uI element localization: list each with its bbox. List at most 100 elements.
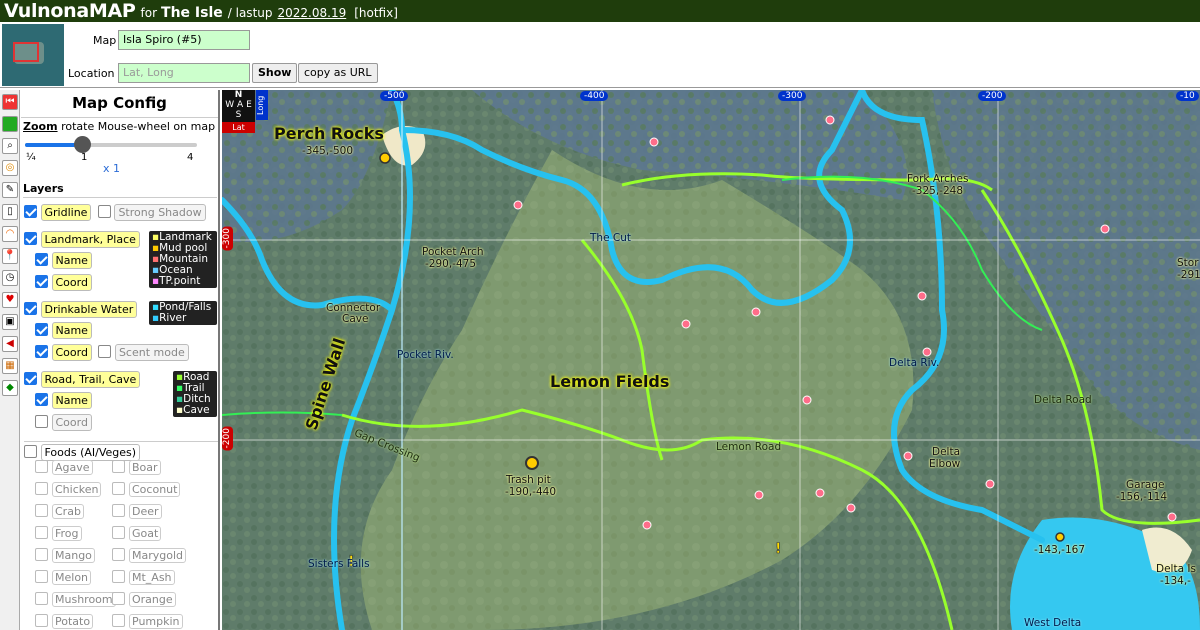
rainbow-icon[interactable]: ◠ — [2, 226, 18, 242]
pen-icon[interactable]: ✎ — [2, 182, 18, 198]
food-checkbox[interactable] — [112, 570, 125, 583]
food-item[interactable]: Agave — [35, 460, 93, 475]
hotfix-link[interactable]: [hotfix] — [354, 6, 398, 20]
mountain-marker[interactable] — [1167, 512, 1177, 522]
garage-label: Garage — [1126, 479, 1165, 491]
mountain-marker[interactable] — [917, 291, 927, 301]
food-item[interactable]: Crab — [35, 504, 84, 519]
food-checkbox[interactable] — [35, 504, 48, 517]
food-item[interactable]: Frog — [35, 526, 82, 541]
food-item[interactable]: Pumpkin — [112, 614, 183, 629]
food-checkbox[interactable] — [112, 482, 125, 495]
road-name-checkbox[interactable] — [35, 393, 48, 406]
search-icon[interactable]: ⌕ — [2, 138, 18, 154]
food-item[interactable]: Potato — [35, 614, 94, 629]
legend-text: Cave — [183, 404, 210, 416]
food-item[interactable]: Chicken — [35, 482, 102, 497]
food-item[interactable]: Deer — [112, 504, 162, 519]
mountain-marker[interactable] — [513, 200, 523, 210]
location-input[interactable]: Lat, Long — [118, 63, 250, 83]
long-tick-200: -200 — [978, 91, 1007, 101]
mountain-marker[interactable] — [903, 451, 913, 461]
food-item[interactable]: Boar — [112, 460, 161, 475]
perch-rocks-marker[interactable] — [379, 152, 391, 164]
lat-tab[interactable]: Lat — [222, 122, 255, 133]
food-item[interactable]: Mt_Ash — [112, 570, 175, 585]
show-button[interactable]: Show — [252, 63, 298, 83]
food-item[interactable]: Coconut — [112, 482, 181, 497]
food-checkbox[interactable] — [35, 526, 48, 539]
globe-icon[interactable] — [2, 116, 18, 132]
scent-mode-checkbox[interactable] — [98, 345, 112, 358]
map-icon[interactable]: ▦ — [2, 358, 18, 374]
road-checkbox[interactable] — [24, 372, 37, 385]
mountain-marker[interactable] — [922, 347, 932, 357]
food-checkbox[interactable] — [112, 614, 125, 627]
food-label: Deer — [129, 504, 162, 519]
map-view[interactable]: ! ! N W A E S Lat Long -500 -400 -300 -2… — [222, 90, 1200, 630]
camera-icon[interactable]: ▣ — [2, 314, 18, 330]
food-item[interactable]: Mushroom — [35, 592, 116, 607]
mountain-marker[interactable] — [846, 503, 856, 513]
foods-checkbox[interactable] — [24, 445, 37, 458]
collapse-icon[interactable]: ⏮ — [2, 94, 18, 110]
water-name-checkbox[interactable] — [35, 323, 48, 336]
landmark-checkbox[interactable] — [24, 232, 37, 245]
food-checkbox[interactable] — [35, 570, 48, 583]
mountain-marker[interactable] — [825, 115, 835, 125]
food-checkbox[interactable] — [112, 548, 125, 561]
mountain-marker[interactable] — [1100, 224, 1110, 234]
food-checkbox[interactable] — [112, 526, 125, 539]
delta-riv-label: Delta Riv. — [889, 357, 940, 369]
food-item[interactable]: Mango — [35, 548, 95, 563]
food-checkbox[interactable] — [112, 504, 125, 517]
food-checkbox[interactable] — [112, 592, 125, 605]
alert-marker[interactable]: ! — [775, 541, 782, 558]
water-checkbox[interactable] — [24, 302, 37, 315]
food-item[interactable]: Goat — [112, 526, 162, 541]
mountain-marker[interactable] — [754, 490, 764, 500]
landmark-coord-checkbox[interactable] — [35, 275, 48, 288]
minimap-thumbnail[interactable] — [2, 24, 64, 86]
food-checkbox[interactable] — [35, 614, 48, 627]
food-item[interactable]: Marygold — [112, 548, 187, 563]
food-checkbox[interactable] — [35, 460, 48, 473]
food-checkbox[interactable] — [35, 482, 48, 495]
mountain-marker[interactable] — [642, 520, 652, 530]
food-item[interactable]: Melon — [35, 570, 92, 585]
food-checkbox[interactable] — [35, 548, 48, 561]
road-coord-checkbox[interactable] — [35, 415, 48, 428]
clock-icon[interactable]: ◷ — [2, 270, 18, 286]
perch-rocks-coord: -345,-500 — [302, 145, 353, 157]
water-coord-checkbox[interactable] — [35, 345, 48, 358]
landmark-name-checkbox[interactable] — [35, 253, 48, 266]
heart-icon[interactable]: ♥ — [2, 292, 18, 308]
layers-heading: Layers — [23, 182, 217, 198]
pin-icon[interactable]: 📍 — [2, 248, 18, 264]
compass-icon[interactable]: ◎ — [2, 160, 18, 176]
mountain-marker[interactable] — [815, 488, 825, 498]
zoom-slider-knob[interactable] — [73, 136, 91, 153]
mountain-marker[interactable] — [649, 137, 659, 147]
trash-pit-marker[interactable] — [525, 456, 539, 470]
copy-url-button[interactable]: copy as URL — [298, 63, 378, 83]
zoom-slider-track[interactable] — [25, 136, 197, 153]
badge-icon[interactable]: ◆ — [2, 380, 18, 396]
game-title: The Isle — [161, 5, 223, 21]
map-select[interactable]: Isla Spiro (#5) — [118, 30, 250, 50]
mountain-marker[interactable] — [802, 395, 812, 405]
mountain-marker[interactable] — [985, 479, 995, 489]
food-item[interactable]: Orange — [112, 592, 176, 607]
megaphone-icon[interactable]: ◀ — [2, 336, 18, 352]
page-icon[interactable]: ▯ — [2, 204, 18, 220]
food-checkbox[interactable] — [35, 592, 48, 605]
mountain-marker[interactable] — [681, 319, 691, 329]
gridline-checkbox[interactable] — [24, 205, 37, 218]
mountain-marker[interactable] — [751, 307, 761, 317]
food-checkbox[interactable] — [112, 460, 125, 473]
long-tick-400: -400 — [580, 91, 609, 101]
garage-area-marker[interactable] — [1055, 532, 1065, 542]
long-tab[interactable]: Long — [256, 90, 268, 120]
lastup-date-link[interactable]: 2022.08.19 — [278, 6, 347, 20]
strong-shadow-checkbox[interactable] — [97, 205, 111, 218]
